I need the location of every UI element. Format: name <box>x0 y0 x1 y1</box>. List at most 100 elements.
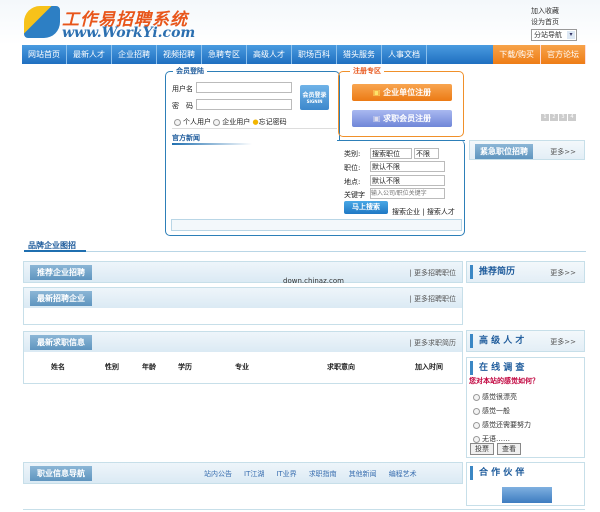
company-user-label: 企业用户 <box>222 118 251 126</box>
recommend-jobs-title: 推荐企业招聘 <box>30 265 92 280</box>
password-label: 密 码 <box>172 102 193 110</box>
survey-title: 在 线 调 查 <box>470 361 524 375</box>
section-header: 职业信息导航 站内公告 IT江湖 IT业界 求职指南 其他新闻 编程艺术 <box>24 463 462 483</box>
pager-item[interactable]: 1 <box>541 114 549 121</box>
location-select[interactable]: 默认不限 <box>370 175 445 186</box>
search-links: 搜索企业 | 搜索人才 <box>392 207 455 217</box>
pager-item[interactable]: 4 <box>568 114 576 121</box>
username-label: 用户名 <box>172 85 193 93</box>
survey-option-label: 无语…… <box>482 435 510 443</box>
latest-seekers-title: 最新求职信息 <box>30 335 92 350</box>
category-select[interactable]: 搜索职位 <box>370 148 412 159</box>
nav-forum[interactable]: 官方论坛 <box>541 45 586 64</box>
personal-user-radio[interactable] <box>174 118 181 126</box>
add-favorite-link[interactable]: 加入收藏 <box>531 6 559 16</box>
divider <box>24 251 586 252</box>
pager: 1 2 3 4 <box>541 114 576 121</box>
recommend-resume-box: 推荐简历 更多>> <box>466 261 585 283</box>
nav-download[interactable]: 下载/购买 <box>493 45 541 64</box>
login-button-sub: SIGNIN <box>306 99 323 104</box>
main-nav: 网站首页 最新人才 企业招聘 视频招聘 急聘专区 高级人才 职场百科 猎头服务 … <box>22 45 586 64</box>
separator: | <box>422 208 425 216</box>
career-nav-link[interactable]: IT业界 <box>276 469 296 479</box>
password-input[interactable] <box>196 99 292 110</box>
recommend-resume-more[interactable]: 更多>> <box>550 268 576 278</box>
view-results-button[interactable]: 查看 <box>497 443 521 455</box>
search-company-link[interactable]: 搜索企业 <box>392 208 420 216</box>
position-select[interactable]: 默认不限 <box>370 161 445 172</box>
survey-option[interactable]: 感觉一般 <box>473 404 531 418</box>
recommend-jobs-more[interactable]: | 更多招聘职位 <box>409 268 456 278</box>
divider <box>172 128 337 129</box>
register-panel <box>338 71 464 137</box>
nav-latest-talent[interactable]: 最新人才 <box>67 45 112 64</box>
survey-options: 感觉很漂亮 感觉一般 感觉还需要努力 无语…… <box>473 390 531 446</box>
latest-seekers-section: 最新求职信息 | 更多求职简历 <box>23 331 463 384</box>
nav-senior-talent[interactable]: 高级人才 <box>247 45 292 64</box>
nav-company-jobs[interactable]: 企业招聘 <box>112 45 157 64</box>
survey-radio[interactable] <box>473 407 480 415</box>
pager-item[interactable]: 2 <box>550 114 558 121</box>
lock-icon: ▣ <box>372 88 384 97</box>
position-label: 职位: <box>344 164 361 172</box>
survey-question: 您对本站的感觉如何？ <box>469 377 539 385</box>
urgent-more-link[interactable]: 更多>> <box>550 147 576 157</box>
nav-urgent[interactable]: 急聘专区 <box>202 45 247 64</box>
register-title: 注册专区 <box>350 66 384 76</box>
survey-option-label: 感觉一般 <box>482 407 510 415</box>
career-nav-link[interactable]: 站内公告 <box>204 469 232 479</box>
career-nav-link[interactable]: 编程艺术 <box>389 469 417 479</box>
substation-select-value: 分站导航 <box>534 31 562 39</box>
survey-box: 在 线 调 查 您对本站的感觉如何？ 感觉很漂亮 感觉一般 感觉还需要努力 无语… <box>466 357 585 458</box>
survey-radio[interactable] <box>473 435 480 443</box>
career-nav-link[interactable]: 其他新闻 <box>349 469 377 479</box>
column-header: 姓名 <box>51 363 65 371</box>
username-input[interactable] <box>196 82 292 93</box>
career-nav-title: 职业信息导航 <box>30 466 92 481</box>
set-home-link[interactable]: 设为首页 <box>531 17 559 27</box>
recommend-resume-title: 推荐简历 <box>470 265 515 279</box>
company-register-button[interactable]: ▣ 企业单位注册 <box>352 84 452 101</box>
category-filter-select[interactable]: 不限 <box>414 148 439 159</box>
login-title: 会员登陆 <box>173 66 207 76</box>
category-value: 搜索职位 <box>372 150 400 158</box>
survey-option[interactable]: 感觉还需要努力 <box>473 418 531 432</box>
keyword-input[interactable] <box>370 188 445 199</box>
forgot-password-link[interactable]: 忘记密码 <box>259 118 287 126</box>
company-user-radio[interactable] <box>213 118 221 126</box>
search-button[interactable]: 马上搜索 <box>344 201 388 214</box>
nav-hr-docs[interactable]: 人事文档 <box>382 45 427 64</box>
nav-home[interactable]: 网站首页 <box>22 45 67 64</box>
career-nav-link[interactable]: IT江湖 <box>244 469 264 479</box>
urgent-jobs-title: 紧急职位招聘 <box>475 144 533 159</box>
survey-radio[interactable] <box>473 421 480 429</box>
category-label: 类别: <box>344 150 361 158</box>
senior-talent-more[interactable]: 更多>> <box>550 337 576 347</box>
survey-option[interactable]: 感觉很漂亮 <box>473 390 531 404</box>
latest-seekers-more[interactable]: | 更多求职简历 <box>409 338 456 348</box>
nav-headhunting[interactable]: 猎头服务 <box>337 45 382 64</box>
column-header: 学历 <box>178 363 192 371</box>
pager-item[interactable]: 3 <box>559 114 567 121</box>
career-nav-section: 职业信息导航 站内公告 IT江湖 IT业界 求职指南 其他新闻 编程艺术 <box>23 462 463 484</box>
vote-button[interactable]: 投票 <box>470 443 494 455</box>
member-register-label: 求职会员注册 <box>383 114 432 123</box>
member-register-button[interactable]: ▣ 求职会员注册 <box>352 110 452 127</box>
recommend-jobs-section: 推荐企业招聘 | 更多招聘职位 <box>23 261 463 283</box>
survey-radio[interactable] <box>473 393 480 401</box>
login-button[interactable]: 会员登录 SIGNIN <box>300 85 329 110</box>
senior-talent-box: 高 级 人 才 更多>> <box>466 330 585 352</box>
latest-companies-title: 最新招聘企业 <box>30 291 92 306</box>
career-nav-link[interactable]: 求职指南 <box>309 469 337 479</box>
latest-companies-more[interactable]: | 更多招聘职位 <box>409 294 456 304</box>
substation-select[interactable]: 分站导航 ▾ <box>531 29 577 41</box>
location-label: 地点: <box>344 178 361 186</box>
nav-career-wiki[interactable]: 职场百科 <box>292 45 337 64</box>
chevron-down-icon: ▾ <box>567 31 575 39</box>
search-talent-link[interactable]: 搜索人才 <box>427 208 455 216</box>
urgent-jobs-header: 紧急职位招聘 更多>> <box>469 140 585 160</box>
nav-video-jobs[interactable]: 视频招聘 <box>157 45 202 64</box>
keyword-label: 关键字 <box>344 191 365 199</box>
login-button-label: 会员登录 <box>302 92 327 99</box>
partner-logo[interactable] <box>502 487 552 503</box>
